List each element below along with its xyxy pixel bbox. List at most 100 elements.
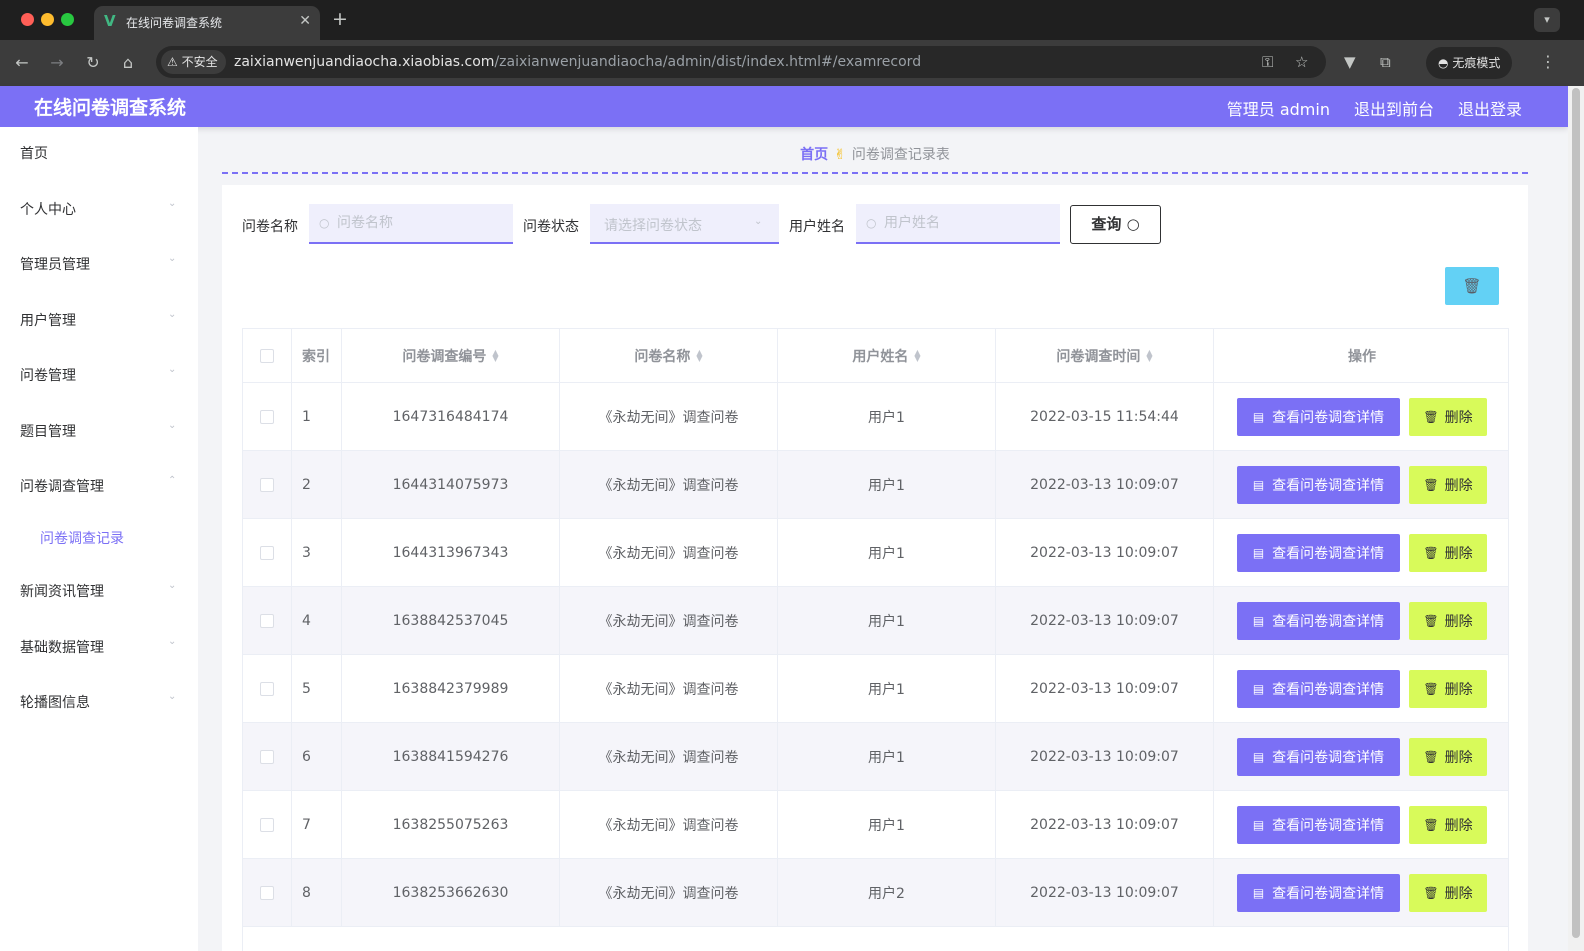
sidebar-item-survey-records[interactable]: 问卷调查记录 bbox=[0, 512, 198, 562]
header-user-name[interactable]: 用户姓名 ▲ ▼ bbox=[778, 329, 996, 382]
star-icon[interactable]: ☆ bbox=[1295, 53, 1308, 71]
row-checkbox-cell bbox=[243, 859, 292, 926]
back-icon[interactable]: ← bbox=[11, 52, 33, 74]
incognito-label: 无痕模式 bbox=[1452, 56, 1501, 70]
sidebar-item-label: 新闻资讯管理 bbox=[20, 584, 104, 600]
sort-icon[interactable]: ▲ ▼ bbox=[492, 348, 498, 362]
sort-icon[interactable]: ▲ ▼ bbox=[696, 348, 702, 362]
more-icon[interactable]: ⋮ bbox=[1540, 52, 1556, 72]
delete-button[interactable]: 🗑 删除 bbox=[1409, 873, 1487, 912]
sidebar-item-users[interactable]: 用户管理 ⌄ bbox=[0, 294, 198, 344]
sidebar-item-carousel[interactable]: 轮播图信息 ⌄ bbox=[0, 676, 198, 726]
chevron-down-icon: ⌄ bbox=[168, 636, 177, 647]
row-survey-time: 2022-03-13 10:09:07 bbox=[996, 519, 1214, 586]
logout-link[interactable]: 退出登录 bbox=[1458, 96, 1522, 120]
survey-status-select[interactable]: 请选择问卷状态 ⌄ bbox=[590, 204, 779, 244]
user-name-field[interactable]: ○ bbox=[856, 204, 1060, 244]
view-survey-detail-button[interactable]: ▤ 查看问卷调查详情 bbox=[1237, 397, 1400, 436]
exit-to-front-link[interactable]: 退出到前台 bbox=[1354, 96, 1434, 120]
survey-status-placeholder: 请选择问卷状态 bbox=[604, 218, 702, 234]
extensions-icon[interactable]: ⧉ bbox=[1380, 52, 1391, 72]
row-checkbox[interactable] bbox=[260, 409, 274, 424]
view-survey-detail-button[interactable]: ▤ 查看问卷调查详情 bbox=[1237, 465, 1400, 504]
reload-icon[interactable]: ↻ bbox=[82, 52, 104, 74]
forward-icon[interactable]: → bbox=[46, 52, 68, 74]
row-checkbox[interactable] bbox=[260, 613, 274, 628]
delete-button[interactable]: 🗑 删除 bbox=[1409, 397, 1487, 436]
minimize-window-button[interactable] bbox=[41, 13, 54, 26]
view-survey-detail-button[interactable]: ▤ 查看问卷调查详情 bbox=[1237, 669, 1400, 708]
row-checkbox[interactable] bbox=[260, 681, 274, 696]
sidebar-item-base-data[interactable]: 基础数据管理 ⌄ bbox=[0, 621, 198, 671]
home-icon[interactable]: ⌂ bbox=[117, 52, 139, 74]
breadcrumb-home[interactable]: 首页 bbox=[800, 147, 828, 163]
row-checkbox[interactable] bbox=[260, 545, 274, 560]
url-text[interactable]: zaixianwenjuandiaocha.xiaobias.com/zaixi… bbox=[234, 54, 921, 70]
delete-button[interactable]: 🗑 删除 bbox=[1409, 465, 1487, 504]
row-operations: ▤ 查看问卷调查详情 🗑 删除 bbox=[1214, 655, 1508, 722]
tab-close-icon[interactable]: ✕ bbox=[299, 12, 311, 30]
address-bar[interactable]: ⚠ 不安全 zaixianwenjuandiaocha.xiaobias.com… bbox=[156, 46, 1326, 78]
sidebar-item-home[interactable]: 首页 bbox=[0, 127, 198, 177]
sidebar-item-profile[interactable]: 个人中心 ⌄ bbox=[0, 183, 198, 233]
delete-button[interactable]: 🗑 删除 bbox=[1409, 737, 1487, 776]
row-checkbox[interactable] bbox=[260, 885, 274, 900]
page-scrollbar[interactable] bbox=[1568, 86, 1584, 951]
trash-icon: 🗑 bbox=[1423, 681, 1439, 696]
sidebar-item-survey-management[interactable]: 问卷调查管理 ⌃ bbox=[0, 460, 198, 510]
trash-icon: 🗑 bbox=[1462, 277, 1482, 295]
delete-button[interactable]: 🗑 删除 bbox=[1409, 805, 1487, 844]
sidebar-item-news[interactable]: 新闻资讯管理 ⌄ bbox=[0, 565, 198, 615]
maximize-window-button[interactable] bbox=[61, 13, 74, 26]
vue-logo-icon: V bbox=[104, 12, 116, 30]
sort-icon[interactable]: ▲ ▼ bbox=[914, 348, 920, 362]
scrollbar-thumb[interactable] bbox=[1572, 88, 1580, 938]
sidebar-item-questions[interactable]: 题目管理 ⌄ bbox=[0, 405, 198, 455]
view-survey-detail-button[interactable]: ▤ 查看问卷调查详情 bbox=[1237, 805, 1400, 844]
row-survey-time: 2022-03-15 11:54:44 bbox=[996, 383, 1214, 450]
admin-user-link[interactable]: 管理员 admin bbox=[1227, 96, 1330, 120]
view-detail-label: 查看问卷调查详情 bbox=[1272, 545, 1385, 562]
delete-label: 删除 bbox=[1444, 749, 1473, 766]
row-survey-name: 《永劫无间》调查问卷 bbox=[560, 655, 778, 722]
trash-icon: 🗑 bbox=[1423, 613, 1439, 628]
view-survey-detail-button[interactable]: ▤ 查看问卷调查详情 bbox=[1237, 533, 1400, 572]
delete-label: 删除 bbox=[1444, 613, 1473, 630]
sort-icon[interactable]: ▲ ▼ bbox=[1146, 348, 1152, 362]
sidebar-item-admins[interactable]: 管理员管理 ⌄ bbox=[0, 238, 198, 288]
table-row: 3 1644313967343 《永劫无间》调查问卷 用户1 2022-03-1… bbox=[243, 519, 1508, 587]
incognito-chip[interactable]: ◓ 无痕模式 bbox=[1426, 47, 1513, 79]
vpn-icon[interactable]: ▼ bbox=[1344, 52, 1356, 72]
view-survey-detail-button[interactable]: ▤ 查看问卷调查详情 bbox=[1237, 737, 1400, 776]
user-name-input[interactable] bbox=[884, 212, 1044, 234]
header-survey-no[interactable]: 问卷调查编号 ▲ ▼ bbox=[342, 329, 560, 382]
survey-name-field[interactable]: ○ bbox=[309, 204, 513, 244]
view-survey-detail-button[interactable]: ▤ 查看问卷调查详情 bbox=[1237, 601, 1400, 640]
key-icon[interactable]: ⚿ bbox=[1262, 53, 1273, 71]
victory-hand-icon: ✌ bbox=[834, 147, 846, 163]
security-chip[interactable]: ⚠ 不安全 bbox=[161, 50, 226, 74]
delete-button[interactable]: 🗑 删除 bbox=[1409, 669, 1487, 708]
tab-search-chevron-icon[interactable]: ▾ bbox=[1534, 8, 1560, 32]
bulk-delete-button[interactable]: 🗑 bbox=[1445, 267, 1499, 305]
row-checkbox[interactable] bbox=[260, 477, 274, 492]
sidebar-item-questionnaires[interactable]: 问卷管理 ⌄ bbox=[0, 349, 198, 399]
survey-name-input[interactable] bbox=[337, 212, 497, 234]
select-all-checkbox[interactable] bbox=[260, 348, 274, 363]
view-survey-detail-button[interactable]: ▤ 查看问卷调查详情 bbox=[1237, 873, 1400, 912]
row-checkbox-cell bbox=[243, 791, 292, 858]
document-icon: ▤ bbox=[1252, 477, 1265, 492]
delete-button[interactable]: 🗑 删除 bbox=[1409, 601, 1487, 640]
header-survey-name[interactable]: 问卷名称 ▲ ▼ bbox=[560, 329, 778, 382]
row-checkbox[interactable] bbox=[260, 749, 274, 764]
view-detail-label: 查看问卷调查详情 bbox=[1272, 409, 1385, 426]
query-button[interactable]: 查询 ○ bbox=[1070, 205, 1161, 244]
new-tab-icon[interactable]: + bbox=[332, 8, 348, 30]
header-survey-time[interactable]: 问卷调查时间 ▲ ▼ bbox=[996, 329, 1214, 382]
delete-button[interactable]: 🗑 删除 bbox=[1409, 533, 1487, 572]
view-detail-label: 查看问卷调查详情 bbox=[1272, 477, 1385, 494]
row-checkbox[interactable] bbox=[260, 817, 274, 832]
delete-label: 删除 bbox=[1444, 477, 1473, 494]
close-window-button[interactable] bbox=[21, 13, 34, 26]
browser-tab[interactable]: V 在线问卷调查系统 ✕ bbox=[94, 6, 320, 40]
